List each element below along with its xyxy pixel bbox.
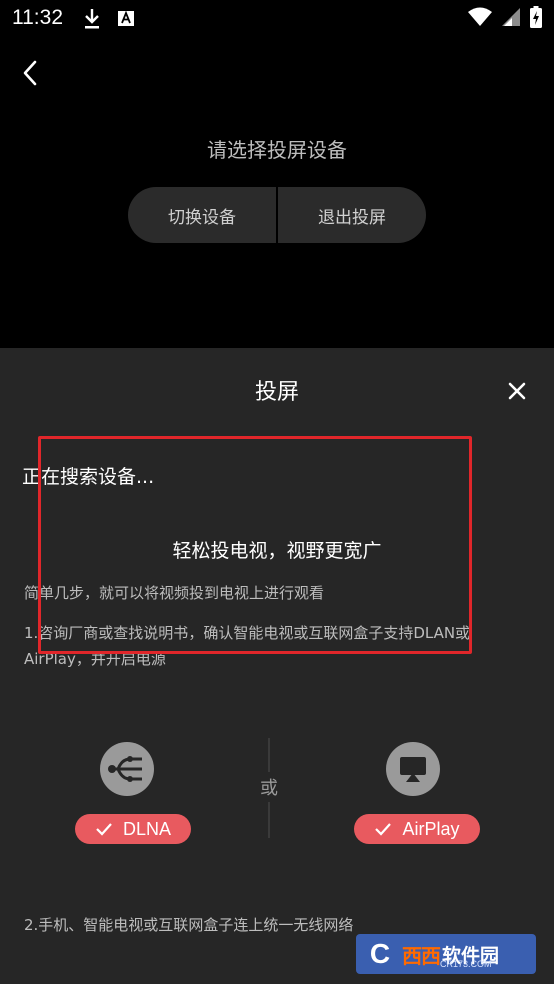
or-label: 或 (256, 772, 282, 802)
exit-cast-button[interactable]: 退出投屏 (278, 187, 426, 243)
chevron-left-icon[interactable] (16, 56, 46, 90)
sheet-title: 投屏 (254, 380, 299, 405)
cast-sheet: 投屏 正在搜索设备... 轻松投电视，视野更宽广 简单几步，就可以将视频投到电视… (0, 348, 554, 984)
check-icon (375, 823, 392, 836)
device-select-area: 请选择投屏设备 切换设备 退出投屏 (0, 38, 554, 348)
highlight-box (38, 436, 472, 654)
step-2-text: 2.手机、智能电视或互联网盒子连上统一无线网络 (24, 916, 354, 934)
airplay-label: AirPlay (402, 818, 460, 839)
site-watermark: C 西西 软件园 CR173.COM (356, 934, 536, 974)
dlna-icon (100, 742, 154, 796)
wifi-icon (468, 7, 492, 26)
dlna-badge: DLNA (75, 814, 191, 844)
signal-icon (502, 8, 520, 26)
device-select-prompt: 请选择投屏设备 (207, 138, 347, 162)
check-icon (96, 823, 112, 836)
status-time: 11:32 (12, 6, 63, 29)
switch-device-button[interactable]: 切换设备 (128, 187, 276, 243)
a-badge-icon (118, 10, 134, 26)
airplay-badge: AirPlay (354, 814, 480, 844)
watermark-logo-icon: C (369, 938, 391, 969)
device-action-pill: 切换设备 退出投屏 (128, 187, 426, 243)
airplay-icon (386, 742, 440, 796)
status-bar: 11:32 (0, 0, 554, 38)
watermark-url: CR173.COM (440, 959, 492, 969)
watermark-brand: 西西 (402, 943, 441, 968)
download-icon (85, 9, 99, 29)
battery-charging-icon (530, 6, 542, 28)
dlna-label: DLNA (122, 818, 171, 839)
close-icon[interactable] (504, 378, 530, 404)
